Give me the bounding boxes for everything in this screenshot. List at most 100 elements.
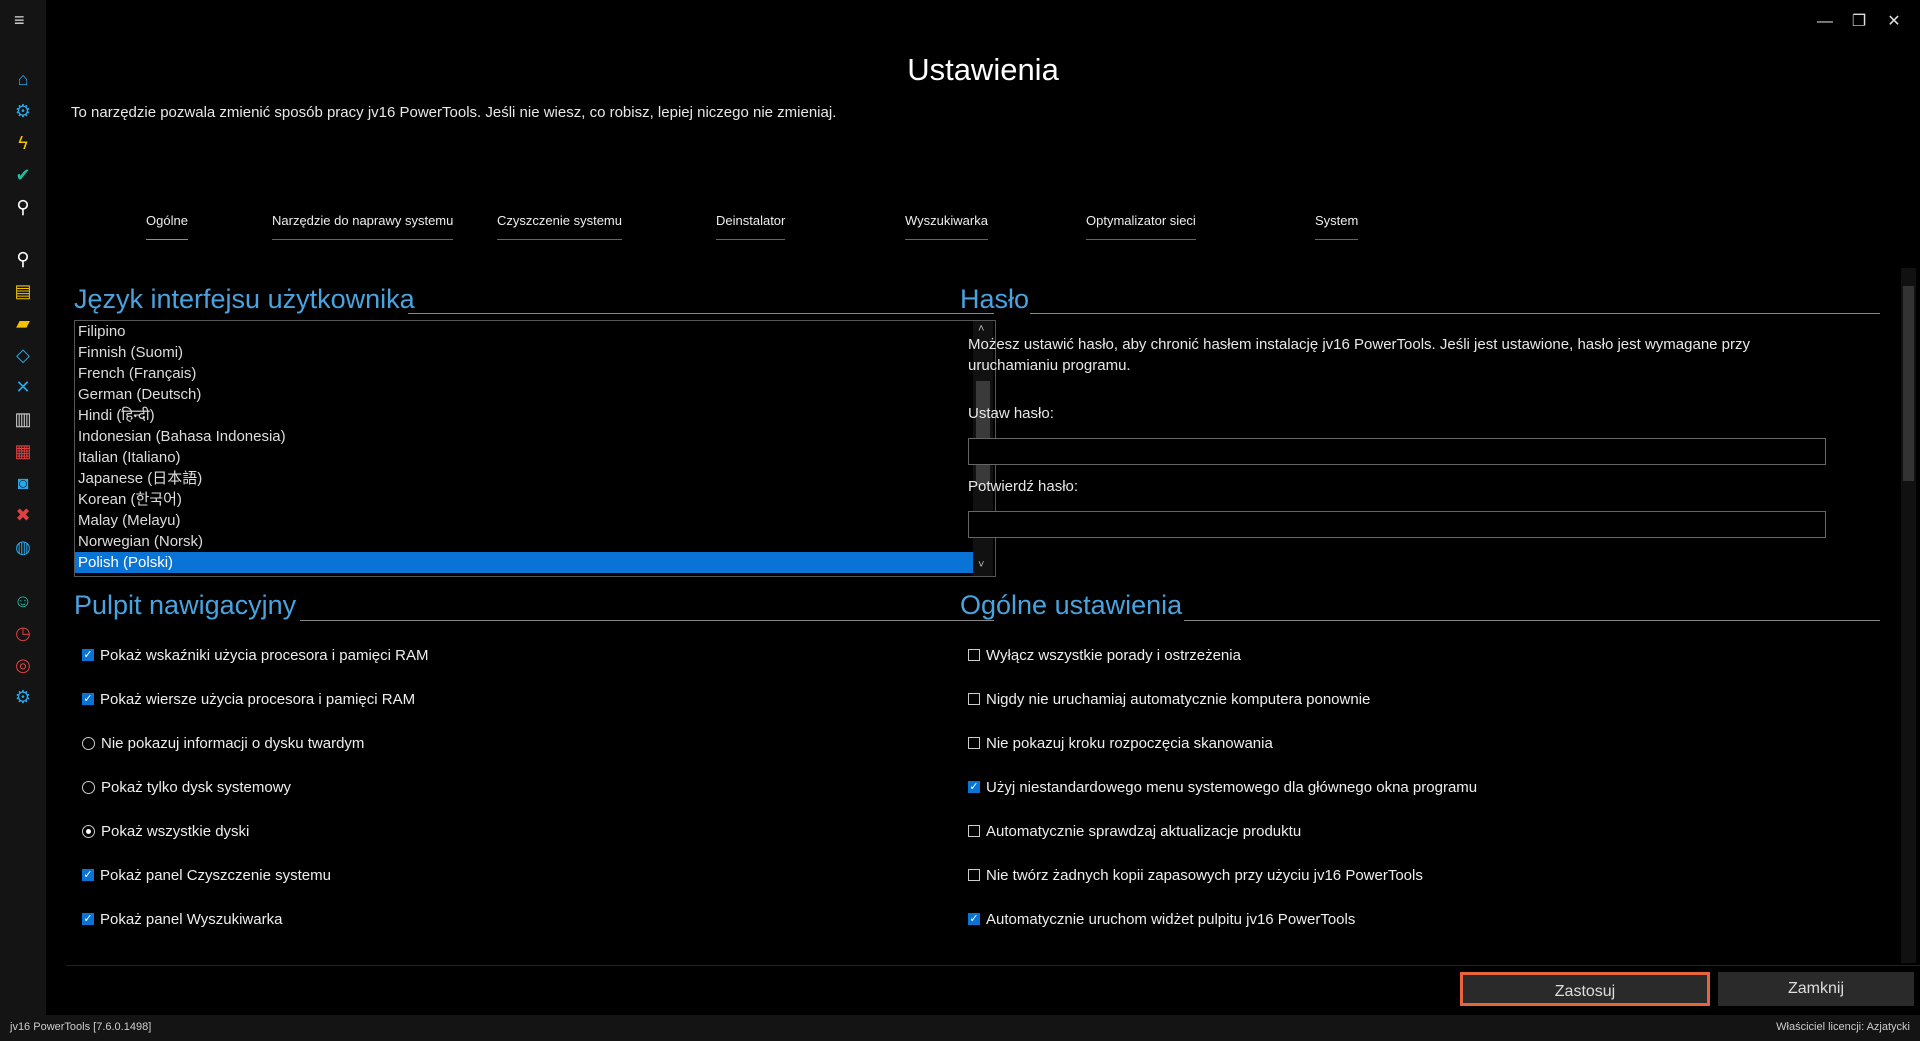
minimize-button[interactable]: — [1813, 10, 1837, 34]
general-section-divider [1184, 620, 1880, 621]
check-icon[interactable]: ✔ [12, 164, 34, 186]
page-title: Ustawienia [907, 52, 1059, 87]
tab-system[interactable]: System [1315, 213, 1359, 240]
checkbox[interactable]: ✓ [968, 781, 980, 793]
set-password-label: Ustaw hasło: [968, 405, 1054, 422]
radio-button[interactable] [82, 780, 95, 794]
option-label: Pokaż wiersze użycia procesora i pamięci… [100, 690, 416, 708]
option-label: Nie pokazuj informacji o dysku twardym [101, 734, 365, 752]
confirm-password-label: Potwierdź hasło: [968, 478, 1079, 495]
checkbox[interactable]: ✓ [82, 913, 94, 925]
radio-button[interactable] [82, 824, 95, 838]
checkbox[interactable] [968, 693, 980, 705]
tab-general[interactable]: Ogólne [146, 213, 188, 240]
language-option[interactable]: Italian (Italiano) [75, 447, 973, 468]
option-label: Automatycznie uruchom widżet pulpitu jv1… [986, 910, 1356, 928]
gear-repair-icon[interactable]: ⚙ [12, 100, 34, 122]
option-label: Użyj niestandardowego menu systemowego d… [986, 778, 1478, 796]
trash-icon[interactable]: ▥ [12, 408, 34, 430]
dashboard-option[interactable]: ✓ Pokaż wiersze użycia procesora i pamięc… [82, 689, 415, 709]
zoom-icon[interactable]: ⚲ [12, 248, 34, 270]
general-option[interactable]: Automatycznie sprawdzaj aktualizacje pro… [968, 821, 1301, 841]
code-icon[interactable]: ◇ [12, 344, 34, 366]
merge-icon[interactable]: ✕ [12, 376, 34, 398]
checkbox[interactable] [968, 649, 980, 661]
radio-button[interactable] [82, 736, 95, 750]
checkbox[interactable]: ✓ [82, 649, 94, 661]
monitor-icon[interactable]: ◙ [12, 472, 34, 494]
language-option[interactable]: Finnish (Suomi) [75, 342, 973, 363]
user-icon[interactable]: ☺ [12, 590, 34, 612]
checkbox[interactable] [968, 825, 980, 837]
general-option[interactable]: Nie pokazuj kroku rozpoczęcia skanowania [968, 733, 1273, 753]
dashboard-option[interactable]: Pokaż wszystkie dyski [82, 821, 249, 841]
language-option[interactable]: German (Deutsch) [75, 384, 973, 405]
option-label: Pokaż wszystkie dyski [101, 822, 250, 840]
folder-icon[interactable]: ▰ [12, 312, 34, 334]
dashboard-option[interactable]: ✓ Pokaż panel Czyszczenie systemu [82, 865, 331, 885]
page-description: To narzędzie pozwala zmienić sposób prac… [71, 104, 837, 121]
scroll-down-icon[interactable]: ˅ [978, 559, 984, 571]
tab-finder[interactable]: Wyszukiwarka [905, 213, 988, 240]
maximize-button[interactable]: ❐ [1847, 10, 1871, 34]
checkbox[interactable]: ✓ [82, 869, 94, 881]
language-option[interactable]: French (Français) [75, 363, 973, 384]
hamburger-menu-icon[interactable]: ≡ [14, 10, 25, 31]
language-option[interactable]: Indonesian (Bahasa Indonesia) [75, 426, 973, 447]
close-window-button[interactable]: ✕ [1882, 10, 1906, 34]
language-section-divider [408, 313, 994, 314]
checkbox[interactable] [968, 869, 980, 881]
language-option[interactable]: Polish (Polski) [75, 552, 973, 573]
language-option[interactable]: Filipino [75, 321, 973, 342]
checkbox[interactable]: ✓ [82, 693, 94, 705]
option-label: Nie pokazuj kroku rozpoczęcia skanowania [986, 734, 1273, 752]
dashboard-option[interactable]: Pokaż tylko dysk systemowy [82, 777, 291, 797]
language-option[interactable]: Malay (Melayu) [75, 510, 973, 531]
confirm-password-field[interactable] [968, 511, 1826, 538]
general-option[interactable]: Wyłącz wszystkie porady i ostrzeżenia [968, 645, 1241, 665]
clock-icon[interactable]: ◷ [12, 622, 34, 644]
language-listbox[interactable]: Filipino Finnish (Suomi) French (Français)… [74, 320, 996, 577]
lightning-icon[interactable]: ϟ [12, 132, 34, 154]
general-option[interactable]: ✓ Użyj niestandardowego menu systemowego … [968, 777, 1477, 797]
option-label: Wyłącz wszystkie porady i ostrzeżenia [986, 646, 1241, 664]
settings-scroll-thumb[interactable] [1903, 286, 1914, 481]
block-icon[interactable]: ✖ [12, 504, 34, 526]
language-option[interactable]: Norwegian (Norsk) [75, 531, 973, 552]
shredder-icon[interactable]: ▦ [12, 440, 34, 462]
language-option[interactable]: Korean (한국어) [75, 489, 973, 510]
dashboard-option[interactable]: Nie pokazuj informacji o dysku twardym [82, 733, 364, 753]
general-option[interactable]: ✓ Automatycznie uruchom widżet pulpitu jv… [968, 909, 1355, 929]
tab-uninstaller[interactable]: Deinstalator [716, 213, 786, 240]
general-option[interactable]: Nigdy nie uruchamiaj automatycznie kompu… [968, 689, 1370, 709]
language-option[interactable]: Hindi (हिन्दी) [75, 405, 973, 426]
settings-icon[interactable]: ⚙ [12, 686, 34, 708]
dashboard-option[interactable]: ✓ Pokaż wskaźniki użycia procesora i pami… [82, 645, 428, 665]
tab-system-repair[interactable]: Narzędzie do naprawy systemu [272, 213, 454, 240]
language-option[interactable]: Japanese (日本語) [75, 468, 973, 489]
files-icon[interactable]: ▤ [12, 280, 34, 302]
settings-scrollbar[interactable] [1901, 268, 1916, 963]
language-scroll-thumb[interactable] [976, 381, 990, 486]
home-icon[interactable]: ⌂ [12, 68, 34, 90]
globe-icon[interactable]: ◍ [12, 536, 34, 558]
scroll-up-icon[interactable]: ˄ [978, 323, 984, 335]
tab-network-optimizer[interactable]: Optymalizator sieci [1086, 213, 1196, 240]
dashboard-section-title: Pulpit nawigacyjny [74, 590, 297, 620]
tab-system-cleaner[interactable]: Czyszczenie systemu [497, 213, 622, 240]
set-password-field[interactable] [968, 438, 1826, 465]
search-icon[interactable]: ⚲ [12, 196, 34, 218]
option-label: Nie twórz żadnych kopii zapasowych przy … [986, 866, 1423, 884]
option-label: Automatycznie sprawdzaj aktualizacje pro… [986, 822, 1302, 840]
option-label: Nigdy nie uruchamiaj automatycznie kompu… [986, 690, 1371, 708]
general-option[interactable]: Nie twórz żadnych kopii zapasowych przy … [968, 865, 1423, 885]
password-section-title: Hasło [960, 284, 1030, 314]
dashboard-option[interactable]: ✓ Pokaż panel Wyszukiwarka [82, 909, 282, 929]
checkbox[interactable]: ✓ [968, 913, 980, 925]
lifebuoy-icon[interactable]: ◎ [12, 654, 34, 676]
license-label: Właściciel licencji: Azjatycki [1776, 1021, 1910, 1033]
checkbox[interactable] [968, 737, 980, 749]
apply-button[interactable]: Zastosuj [1460, 972, 1710, 1006]
option-label: Pokaż panel Wyszukiwarka [100, 910, 283, 928]
close-button[interactable]: Zamknij [1718, 972, 1914, 1006]
